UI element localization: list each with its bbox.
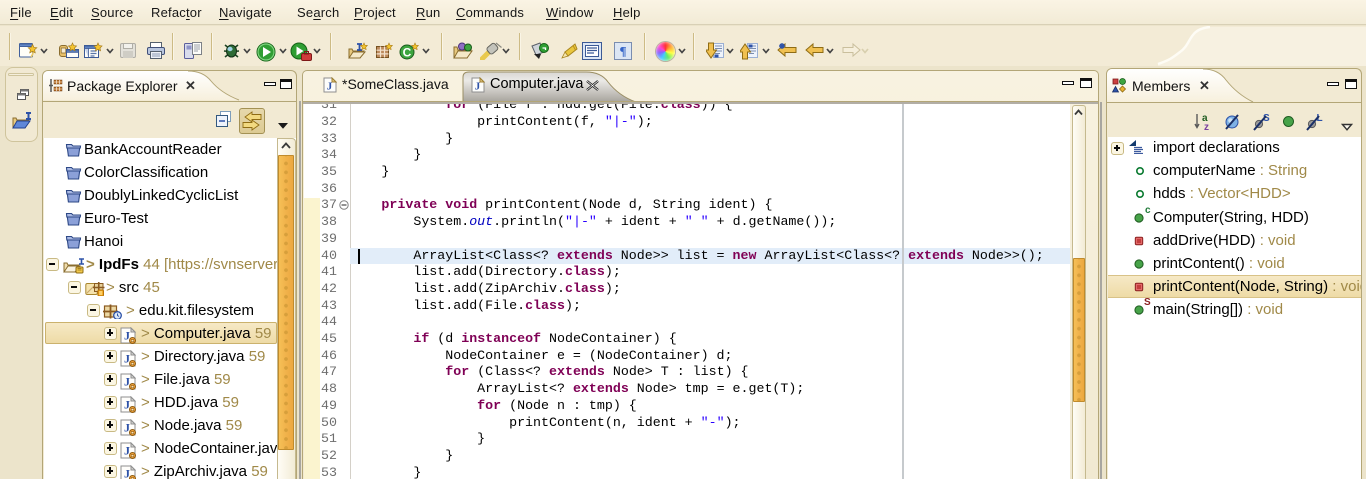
svg-text:¶: ¶ (619, 44, 626, 59)
svg-text:z: z (1204, 122, 1209, 131)
svg-text:C: C (403, 46, 412, 60)
